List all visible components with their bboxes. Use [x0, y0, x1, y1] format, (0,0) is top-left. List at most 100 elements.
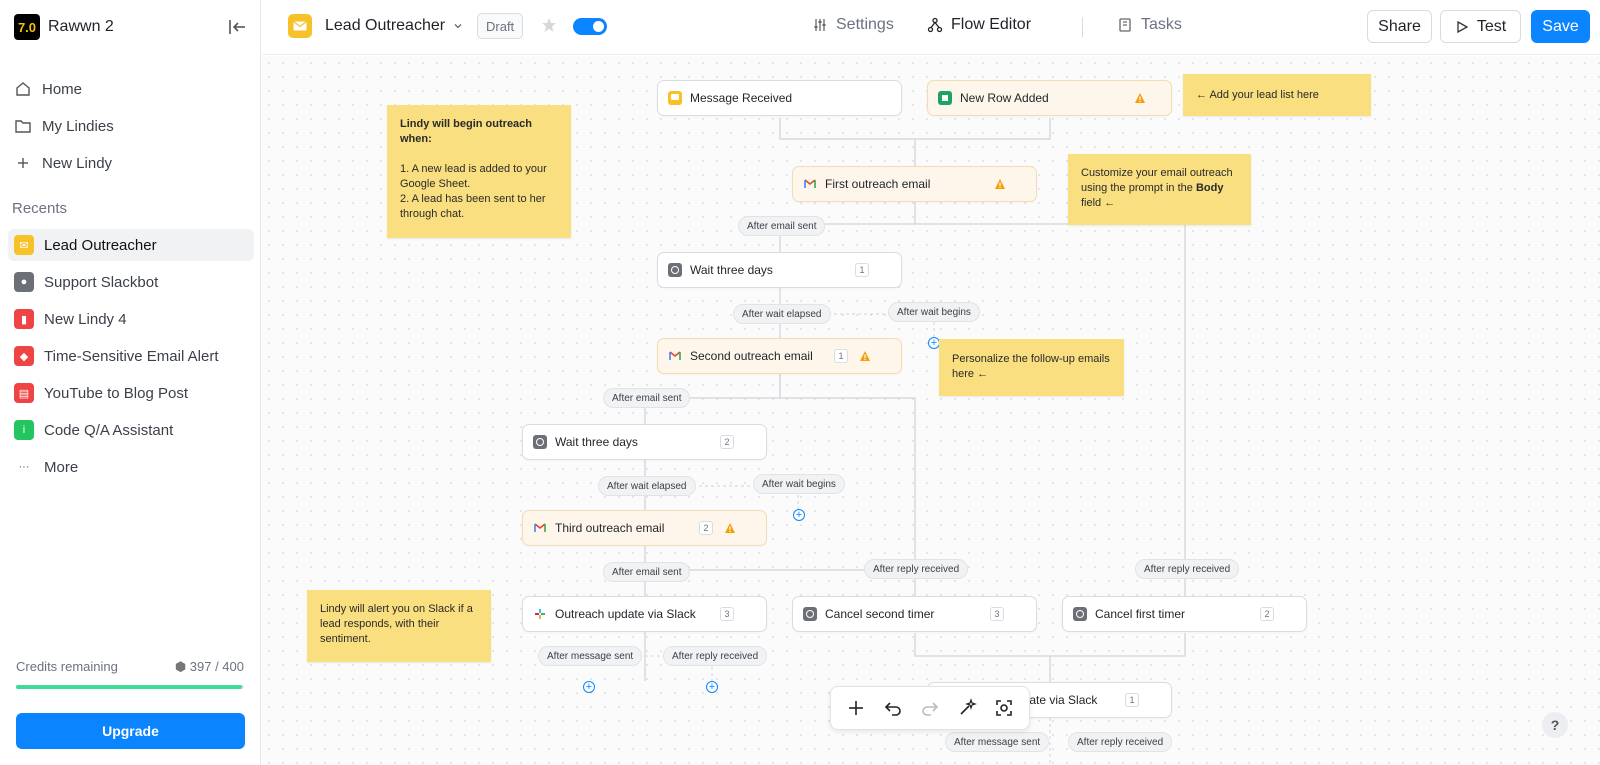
- note-begin-outreach[interactable]: Lindy will begin outreach when: 1. A new…: [387, 105, 571, 238]
- bell-icon: ◆: [14, 346, 34, 366]
- edge-label[interactable]: After email sent: [603, 562, 691, 582]
- flow-icon: [927, 17, 943, 33]
- recent-support-slackbot[interactable]: ● Support Slackbot: [8, 266, 254, 298]
- edge-label[interactable]: After email sent: [738, 216, 826, 236]
- edge-label[interactable]: After reply received: [1135, 559, 1240, 579]
- note-slack-alert[interactable]: Lindy will alert you on Slack if a lead …: [307, 590, 491, 662]
- help-button[interactable]: ?: [1542, 712, 1568, 738]
- edge-label[interactable]: After email sent: [603, 388, 691, 408]
- recent-new-lindy-4[interactable]: ▮ New Lindy 4: [8, 303, 254, 335]
- node-count: 2: [720, 435, 734, 449]
- workspace-switcher[interactable]: 7.0 Rawwn 2: [14, 14, 114, 40]
- trigger-message-received[interactable]: Message Received: [657, 80, 902, 116]
- tab-tasks-label: Tasks: [1141, 16, 1182, 33]
- edge-label[interactable]: After wait elapsed: [733, 304, 831, 324]
- canvas-toolbar: [830, 686, 1030, 730]
- magic-wand-icon[interactable]: [957, 698, 978, 718]
- save-button[interactable]: Save: [1531, 10, 1590, 43]
- nav-my-lindies[interactable]: My Lindies: [14, 114, 114, 138]
- node-label: Outreach update via Slack: [555, 607, 696, 621]
- recent-label: Lead Outreacher: [44, 236, 157, 254]
- warning-icon: [860, 351, 870, 361]
- recent-more[interactable]: ··· More: [8, 451, 254, 483]
- credits-value: 397 / 400: [189, 659, 244, 674]
- chat-trigger-icon: [668, 91, 682, 105]
- workspace-logo: 7.0: [14, 14, 40, 40]
- collapse-sidebar-icon[interactable]: [226, 16, 248, 38]
- test-button[interactable]: Test: [1440, 10, 1521, 43]
- enable-toggle[interactable]: [573, 18, 607, 35]
- recent-time-sensitive-email-alert[interactable]: ◆ Time-Sensitive Email Alert: [8, 340, 254, 372]
- fit-view-icon[interactable]: [994, 698, 1014, 718]
- node-outreach-update-slack[interactable]: Outreach update via Slack 3: [522, 596, 767, 632]
- edge-label[interactable]: After wait elapsed: [598, 476, 696, 496]
- note-personalize[interactable]: Personalize the follow-up emails here ←: [939, 339, 1124, 396]
- flow-canvas[interactable]: Message Received New Row Added First out…: [262, 56, 1600, 765]
- star-icon[interactable]: [540, 16, 558, 34]
- upgrade-button[interactable]: Upgrade: [16, 713, 245, 749]
- edge-label[interactable]: After message sent: [945, 732, 1050, 752]
- warning-icon: [725, 523, 735, 533]
- top-bar: Lead Outreacher Draft Settings Flow Edit…: [262, 0, 1600, 55]
- test-button-label: Test: [1476, 17, 1507, 35]
- more-icon: ···: [18, 461, 30, 473]
- node-first-outreach-email[interactable]: First outreach email: [792, 166, 1037, 202]
- node-label: Cancel second timer: [825, 607, 935, 621]
- nav-home[interactable]: Home: [14, 77, 82, 101]
- node-label: New Row Added: [960, 91, 1049, 105]
- play-icon: [1457, 20, 1469, 33]
- trigger-new-row-added[interactable]: New Row Added: [927, 80, 1172, 116]
- edge-label[interactable]: After reply received: [1068, 732, 1173, 752]
- gmail-icon: [533, 521, 547, 535]
- recent-label: Code Q/A Assistant: [44, 421, 174, 439]
- chart-icon: ▮: [14, 309, 34, 329]
- doc-icon: ▤: [14, 383, 34, 403]
- node-count: 1: [1125, 693, 1139, 707]
- tab-settings[interactable]: Settings: [812, 16, 894, 34]
- add-step-icon[interactable]: +: [793, 509, 805, 521]
- google-sheets-icon: [938, 91, 952, 105]
- node-label: Second outreach email: [690, 349, 813, 363]
- credits-coin-icon: ⬢: [174, 659, 190, 674]
- nav-new-lindy[interactable]: New Lindy: [14, 151, 112, 175]
- node-count: 2: [1260, 607, 1274, 621]
- edge-label[interactable]: After message sent: [538, 646, 643, 666]
- note-bold: Body: [1195, 182, 1224, 194]
- recents-heading: Recents: [12, 200, 68, 217]
- node-second-outreach-email[interactable]: Second outreach email 1: [657, 338, 902, 374]
- add-step-icon[interactable]: +: [706, 681, 718, 693]
- recent-label: Support Slackbot: [44, 273, 159, 291]
- tab-divider: [1082, 17, 1083, 37]
- recent-youtube-to-blog-post[interactable]: ▤ YouTube to Blog Post: [8, 377, 254, 409]
- recent-code-qa-assistant[interactable]: i Code Q/A Assistant: [8, 414, 254, 446]
- node-label: Wait three days: [555, 435, 638, 449]
- share-button[interactable]: Share: [1367, 10, 1432, 43]
- node-wait-three-days-2[interactable]: Wait three days 2: [522, 424, 767, 460]
- edge-label[interactable]: After wait begins: [753, 474, 845, 494]
- node-wait-three-days-1[interactable]: Wait three days 1: [657, 252, 902, 288]
- node-cancel-first-timer[interactable]: Cancel first timer 2: [1062, 596, 1307, 632]
- node-label: Wait three days: [690, 263, 773, 277]
- undo-icon[interactable]: [883, 698, 903, 718]
- nav-new-lindy-label: New Lindy: [42, 154, 113, 172]
- tab-settings-label: Settings: [836, 16, 894, 33]
- tab-flow-editor-label: Flow Editor: [951, 16, 1032, 33]
- recent-lead-outreacher[interactable]: ✉ Lead Outreacher: [8, 229, 254, 261]
- redo-icon[interactable]: [920, 698, 940, 718]
- edge-label[interactable]: After reply received: [864, 559, 969, 579]
- book-icon: [1119, 18, 1131, 32]
- edge-label[interactable]: After reply received: [663, 646, 768, 666]
- add-step-icon[interactable]: +: [583, 681, 595, 693]
- tab-flow-editor[interactable]: Flow Editor: [927, 16, 1031, 34]
- note-customize-email[interactable]: Customize your email outreach using the …: [1068, 154, 1251, 225]
- node-cancel-second-timer[interactable]: Cancel second timer 3: [792, 596, 1037, 632]
- node-third-outreach-email[interactable]: Third outreach email 2: [522, 510, 767, 546]
- flow-name-dropdown[interactable]: Lead Outreacher: [325, 17, 463, 35]
- add-node-icon[interactable]: [846, 698, 866, 718]
- note-add-lead-list[interactable]: ← Add your lead list here: [1183, 74, 1371, 116]
- warning-icon: [995, 179, 1005, 189]
- tab-tasks[interactable]: Tasks: [1117, 16, 1182, 34]
- flow-name: Lead Outreacher: [325, 17, 446, 34]
- node-count: 1: [855, 263, 869, 277]
- edge-label[interactable]: After wait begins: [888, 302, 980, 322]
